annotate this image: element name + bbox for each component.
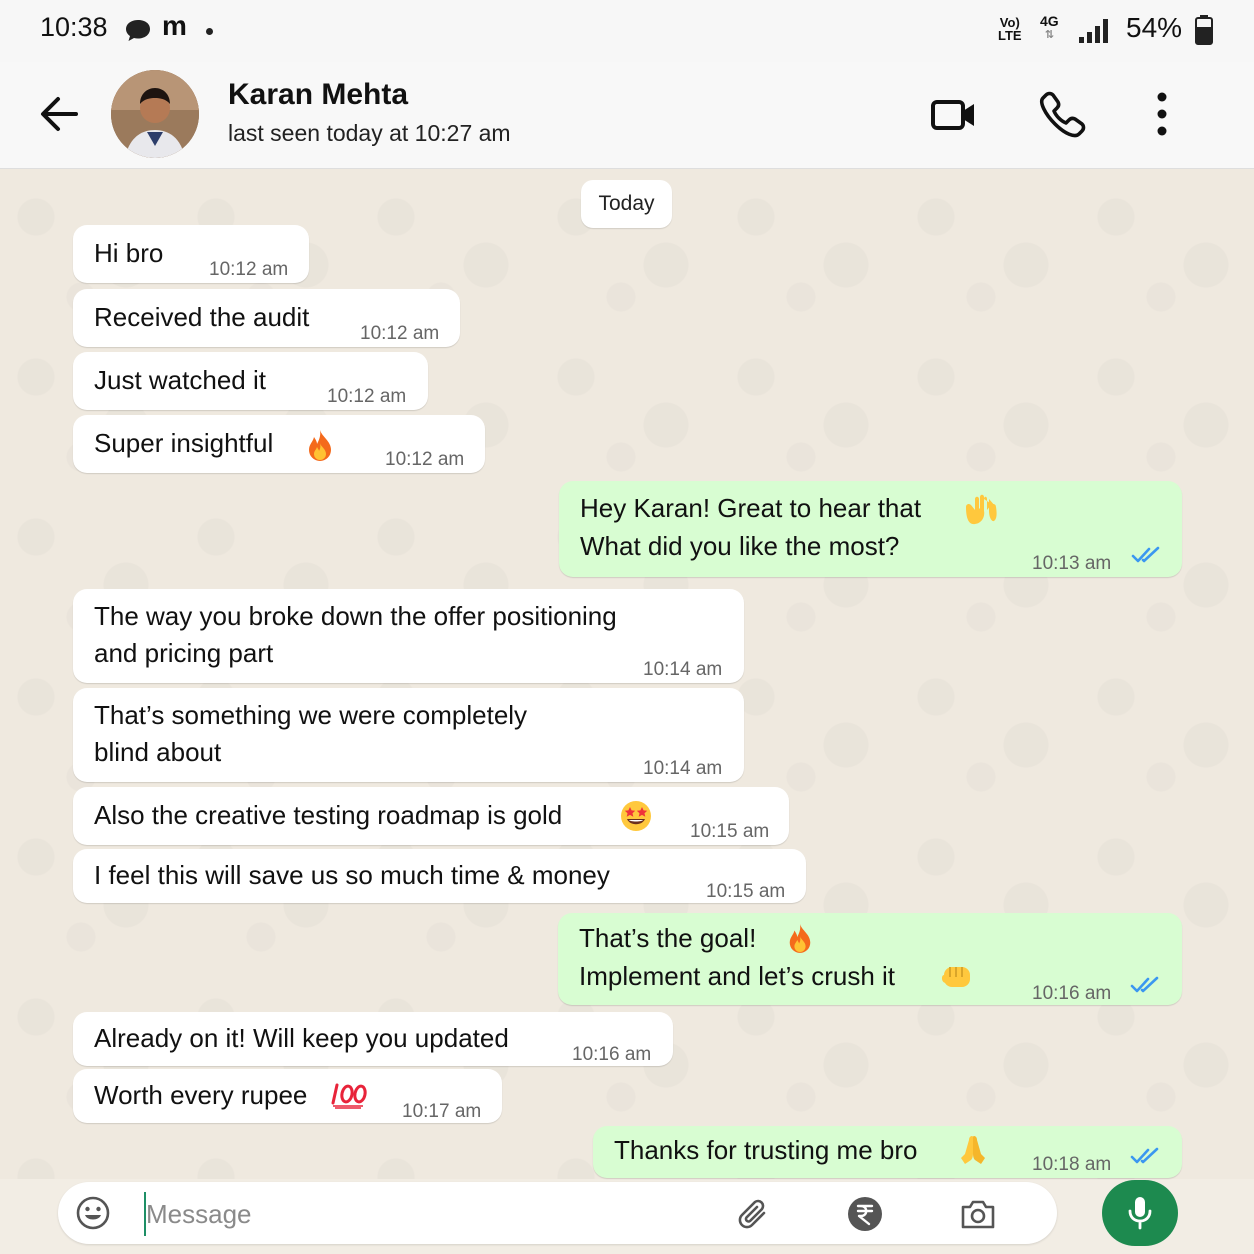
- message-text: Worth every rupee: [94, 1080, 308, 1110]
- chat-notification-icon: [126, 20, 150, 41]
- message-incoming[interactable]: Worth every rupee 10:17 am: [73, 1069, 502, 1123]
- mic-icon: [1128, 1197, 1152, 1230]
- message-time: 10:12 am: [360, 323, 440, 344]
- message-incoming[interactable]: I feel this will save us so much time & …: [73, 849, 806, 903]
- emoji-icon[interactable]: [75, 1195, 111, 1231]
- message-composer: [58, 1182, 1057, 1244]
- message-time: 10:17 am: [402, 1101, 482, 1122]
- message-input[interactable]: [144, 1192, 708, 1236]
- message-time: 10:13 am: [1032, 553, 1112, 574]
- message-incoming[interactable]: That’s something we were completely blin…: [73, 688, 744, 782]
- last-seen-status: last seen today at 10:27 am: [228, 120, 511, 146]
- message-time: 10:14 am: [643, 659, 723, 680]
- notification-dot-icon: [206, 28, 213, 35]
- signal-icon: [1079, 19, 1108, 43]
- message-incoming[interactable]: Received the audit 10:12 am: [73, 289, 460, 347]
- attach-icon[interactable]: [734, 1195, 772, 1233]
- message-text-line-1: That’s something we were completely: [94, 700, 528, 730]
- more-vert-icon[interactable]: [1134, 86, 1190, 142]
- message-text: Super insightful: [94, 428, 274, 458]
- message-text-line-2: blind about: [94, 737, 222, 767]
- message-text: Just watched it: [94, 365, 266, 395]
- message-incoming[interactable]: Also the creative testing roadmap is gol…: [73, 787, 789, 845]
- message-text-line-1: That’s the goal!: [579, 923, 757, 953]
- phone-icon[interactable]: [1034, 86, 1090, 142]
- fire-emoji-icon: [309, 430, 331, 461]
- message-outgoing[interactable]: Hey Karan! Great to hear that What did y…: [559, 481, 1182, 577]
- message-incoming[interactable]: Already on it! Will keep you updated 10:…: [73, 1012, 673, 1066]
- message-text-line-1: The way you broke down the offer positio…: [94, 601, 617, 631]
- message-incoming[interactable]: Hi bro 10:12 am: [73, 225, 309, 283]
- message-text-line-2: and pricing part: [94, 638, 274, 668]
- message-outgoing[interactable]: That’s the goal! Implement and let’s cru…: [558, 913, 1182, 1005]
- volte-bottom-label: LTE: [998, 28, 1022, 43]
- network-label: 4G: [1040, 13, 1059, 29]
- message-text: Also the creative testing roadmap is gol…: [94, 800, 563, 830]
- message-text-line-2: Implement and let’s crush it: [579, 961, 895, 991]
- date-chip: Today: [581, 180, 672, 228]
- message-time: 10:18 am: [1032, 1154, 1112, 1175]
- message-text-line-2: What did you like the most?: [580, 531, 900, 561]
- carrier-m-icon: m: [162, 10, 187, 41]
- message-incoming[interactable]: Just watched it 10:12 am: [73, 352, 428, 410]
- read-ticks-icon: [1130, 1147, 1159, 1164]
- contact-name[interactable]: Karan Mehta: [228, 78, 408, 112]
- chat-header: Karan Mehta last seen today at 10:27 am: [0, 62, 1254, 169]
- raised-hands-emoji-icon: [966, 494, 997, 525]
- message-text: Already on it! Will keep you updated: [94, 1023, 509, 1053]
- status-bar: 10:38 m Vo) LTE 4G ⇅ 54%: [0, 0, 1254, 62]
- message-time: 10:16 am: [572, 1044, 652, 1065]
- message-time: 10:16 am: [1032, 983, 1112, 1004]
- message-time: 10:12 am: [209, 259, 289, 280]
- message-time: 10:15 am: [690, 821, 770, 842]
- message-time: 10:14 am: [643, 758, 723, 779]
- message-outgoing[interactable]: Thanks for trusting me bro 10:18 am: [593, 1126, 1182, 1178]
- message-text: Hi bro: [94, 238, 164, 268]
- battery-percentage: 54%: [1126, 12, 1183, 43]
- network-4g-icon: 4G ⇅: [1040, 13, 1059, 41]
- message-incoming[interactable]: Super insightful 10:12 am: [73, 415, 485, 473]
- message-text: Thanks for trusting me bro: [614, 1135, 918, 1165]
- message-text: Received the audit: [94, 302, 310, 332]
- message-time: 10:12 am: [327, 386, 407, 407]
- video-call-icon[interactable]: [926, 86, 982, 142]
- avatar[interactable]: [111, 70, 199, 158]
- hundred-emoji-icon: [331, 1083, 367, 1109]
- message-incoming[interactable]: The way you broke down the offer positio…: [73, 589, 744, 683]
- read-ticks-icon: [1130, 976, 1159, 993]
- fire-emoji-icon: [789, 924, 811, 953]
- avatar-photo-icon: [111, 70, 199, 158]
- mic-button[interactable]: [1102, 1180, 1178, 1246]
- star-struck-emoji-icon: [621, 801, 651, 831]
- message-text-line-1: Hey Karan! Great to hear that: [580, 493, 922, 523]
- back-arrow-icon[interactable]: [36, 90, 84, 138]
- status-time: 10:38: [40, 12, 108, 42]
- folded-hands-emoji-icon: [961, 1136, 985, 1164]
- volte-icon: Vo) LTE: [998, 16, 1022, 42]
- battery-icon: [1195, 15, 1213, 45]
- message-text: I feel this will save us so much time & …: [94, 860, 610, 890]
- message-time: 10:12 am: [385, 449, 465, 470]
- camera-icon[interactable]: [959, 1195, 997, 1233]
- message-time: 10:15 am: [706, 881, 786, 902]
- read-ticks-icon: [1131, 546, 1160, 563]
- fist-emoji-icon: [941, 967, 970, 987]
- rupee-payment-icon[interactable]: [846, 1195, 884, 1233]
